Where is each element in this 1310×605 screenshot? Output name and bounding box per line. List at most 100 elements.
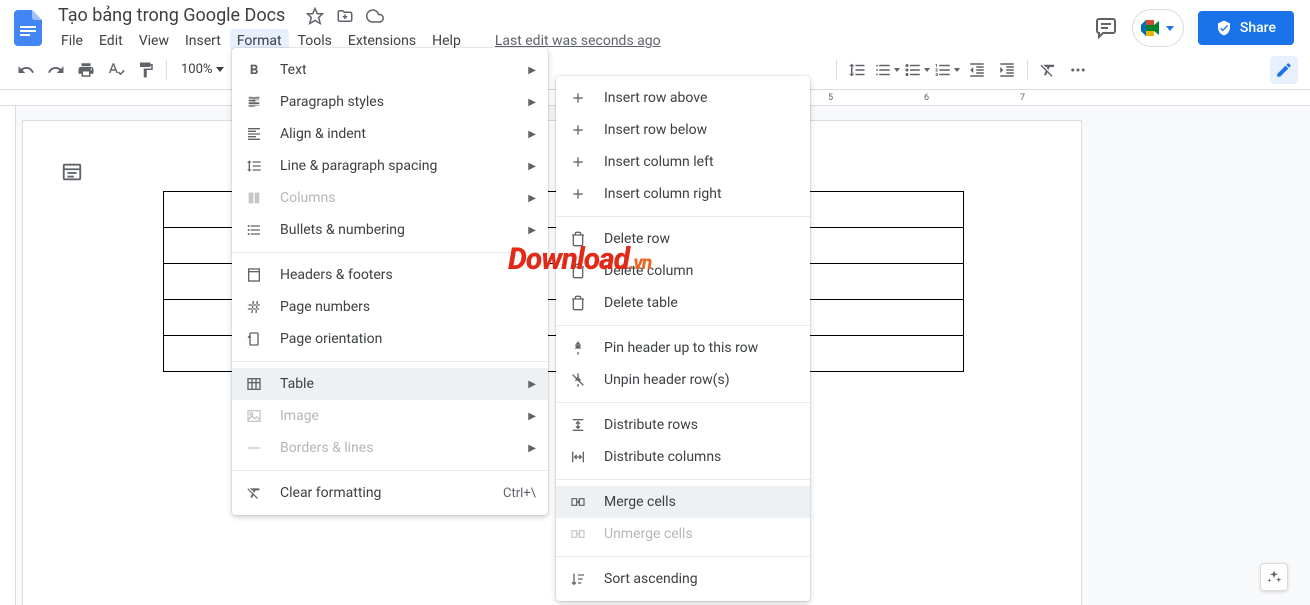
table-item-insert-col-left[interactable]: Insert column left	[556, 146, 810, 178]
outline-toggle-icon[interactable]	[61, 161, 85, 185]
format-item-align-indent[interactable]: Align & indent▶	[232, 118, 548, 150]
menu-shortcut: Ctrl+\	[503, 486, 536, 501]
table-item-merge-cells[interactable]: Merge cells	[556, 486, 810, 518]
menu-item-label: Insert row above	[604, 90, 798, 106]
more-button[interactable]	[1064, 56, 1092, 84]
submenu-arrow-icon: ▶	[528, 443, 536, 454]
document-page[interactable]	[22, 120, 1082, 605]
ruler-tick: 6	[924, 93, 929, 103]
menu-item-label: Clear formatting	[280, 485, 487, 501]
menu-item-label: Borders & lines	[280, 440, 512, 456]
menu-insert[interactable]: Insert	[178, 29, 228, 53]
cloud-icon[interactable]	[365, 6, 385, 26]
format-item-table[interactable]: Table ▶	[232, 368, 548, 400]
menu-item-label: Insert column left	[604, 154, 798, 170]
line-spacing-button[interactable]	[843, 56, 871, 84]
table-item-unpin-header[interactable]: Unpin header row(s)	[556, 364, 810, 396]
watermark: Download.vn	[508, 242, 651, 277]
vertical-ruler	[0, 106, 16, 605]
bulleted-list-button[interactable]	[903, 56, 931, 84]
dist-h-icon	[568, 447, 588, 467]
hash-icon	[244, 297, 264, 317]
list-icon	[244, 220, 264, 240]
spellcheck-button[interactable]	[102, 56, 130, 84]
share-button[interactable]: Share	[1198, 11, 1294, 45]
submenu-arrow-icon: ▶	[528, 161, 536, 172]
document-title[interactable]: Tạo bảng trong Google Docs	[54, 3, 289, 28]
table-item-insert-row-above[interactable]: Insert row above	[556, 82, 810, 114]
editing-mode-button[interactable]	[1270, 56, 1298, 84]
dist-v-icon	[568, 415, 588, 435]
submenu-arrow-icon: ▶	[528, 193, 536, 204]
redo-button[interactable]	[42, 56, 70, 84]
undo-button[interactable]	[12, 56, 40, 84]
format-item-bullets-numbering[interactable]: Bullets & numbering▶	[232, 214, 548, 246]
merge-icon	[568, 492, 588, 512]
clear-icon	[244, 483, 264, 503]
format-item-columns: Columns▶	[232, 182, 548, 214]
menu-item-label: Distribute rows	[604, 417, 798, 433]
menu-item-label: Distribute columns	[604, 449, 798, 465]
table-icon	[244, 374, 264, 394]
table-item-sort-asc[interactable]: Sort ascending	[556, 563, 810, 595]
comments-icon[interactable]	[1094, 16, 1118, 40]
format-paint-button[interactable]	[132, 56, 160, 84]
menu-item-label: Line & paragraph spacing	[280, 158, 512, 174]
explore-button[interactable]	[1260, 563, 1288, 591]
spacing-icon	[244, 156, 264, 176]
image-icon	[244, 406, 264, 426]
print-button[interactable]	[72, 56, 100, 84]
rotate-icon	[244, 329, 264, 349]
meet-button[interactable]	[1132, 9, 1184, 47]
submenu-arrow-icon: ▶	[528, 97, 536, 108]
numbered-list-button[interactable]	[933, 56, 961, 84]
plus-icon	[568, 152, 588, 172]
table-item-distribute-rows[interactable]: Distribute rows	[556, 409, 810, 441]
menu-item-label: Paragraph styles	[280, 94, 512, 110]
format-item-page-orientation[interactable]: Page orientation	[232, 323, 548, 355]
format-item-headers-footers[interactable]: Headers & footers	[232, 259, 548, 291]
menu-item-label: Unmerge cells	[604, 526, 798, 542]
zoom-select[interactable]: 100%	[173, 58, 232, 81]
ruler-tick: 7	[1020, 93, 1025, 103]
table-item-distribute-cols[interactable]: Distribute columns	[556, 441, 810, 473]
menu-file[interactable]: File	[54, 29, 90, 53]
format-item-page-numbers[interactable]: Page numbers	[232, 291, 548, 323]
format-menu-panel: Text▶Paragraph styles▶Align & indent▶Lin…	[232, 48, 548, 515]
menu-item-label: Table	[280, 376, 512, 392]
star-icon[interactable]	[305, 6, 325, 26]
increase-indent-button[interactable]	[993, 56, 1021, 84]
clear-format-button[interactable]	[1034, 56, 1062, 84]
menu-item-label: Insert column right	[604, 186, 798, 202]
menu-item-label: Page orientation	[280, 331, 536, 347]
share-label: Share	[1240, 20, 1276, 36]
table-item-delete-table[interactable]: Delete table	[556, 287, 810, 319]
checklist-button[interactable]	[873, 56, 901, 84]
submenu-arrow-icon: ▶	[528, 129, 536, 140]
format-item-clear-formatting[interactable]: Clear formatting Ctrl+\	[232, 477, 548, 509]
format-item-borders-lines: Borders & lines ▶	[232, 432, 548, 464]
menu-view[interactable]: View	[132, 29, 176, 53]
format-item-text[interactable]: Text▶	[232, 54, 548, 86]
bold-icon	[244, 60, 264, 80]
plus-icon	[568, 88, 588, 108]
format-item-paragraph-styles[interactable]: Paragraph styles ▶	[232, 86, 548, 118]
docs-logo[interactable]	[8, 8, 48, 48]
table-item-pin-header[interactable]: Pin header up to this row	[556, 332, 810, 364]
submenu-arrow-icon: ▶	[528, 411, 536, 422]
menu-item-label: Pin header up to this row	[604, 340, 798, 356]
unmerge-icon	[568, 524, 588, 544]
submenu-arrow-icon: ▶	[528, 379, 536, 390]
menu-item-label: Bullets & numbering	[280, 222, 512, 238]
table-item-insert-row-below[interactable]: Insert row below	[556, 114, 810, 146]
menu-edit[interactable]: Edit	[92, 29, 130, 53]
table-item-insert-col-right[interactable]: Insert column right	[556, 178, 810, 210]
decrease-indent-button[interactable]	[963, 56, 991, 84]
format-item-line-spacing[interactable]: Line & paragraph spacing ▶	[232, 150, 548, 182]
align-icon	[244, 124, 264, 144]
menu-item-label: Page numbers	[280, 299, 536, 315]
unpin-icon	[568, 370, 588, 390]
columns-icon	[244, 188, 264, 208]
menu-item-label: Merge cells	[604, 494, 798, 510]
move-icon[interactable]	[335, 6, 355, 26]
